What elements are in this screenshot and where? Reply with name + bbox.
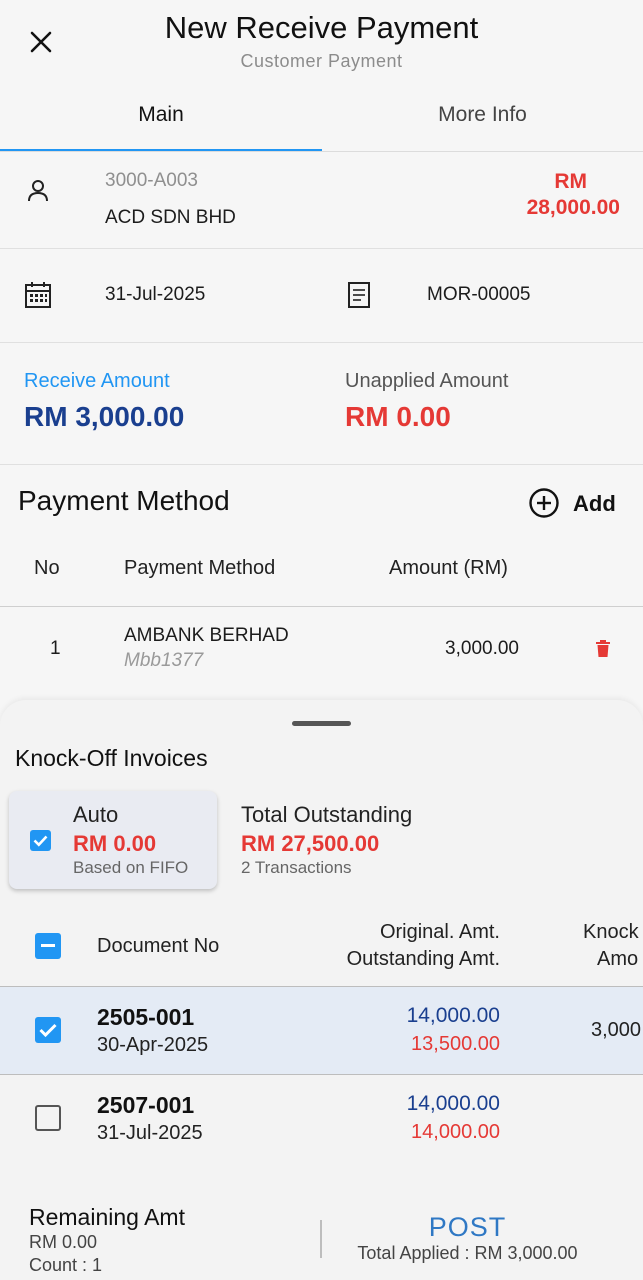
invoice-date: 30-Apr-2025 [97, 1034, 209, 1056]
col-document-no: Document No [97, 935, 220, 957]
check-icon [39, 1023, 57, 1038]
total-applied: Total Applied : RM 3,000.00 [357, 1243, 578, 1263]
invoice-outstanding: 13,500.00 [411, 1033, 500, 1055]
doc-date[interactable]: 31-Jul-2025 [105, 284, 205, 306]
col-knock-amt: Amo [597, 948, 639, 970]
pm-col-amount: Amount (RM) [389, 557, 508, 579]
total-outstanding-label: Total Outstanding [241, 802, 413, 827]
post-button[interactable]: POST Total Applied : RM 3,000.00 [330, 1212, 605, 1272]
delete-button[interactable] [594, 639, 612, 659]
tab-more-info[interactable]: More Info [322, 96, 643, 152]
tab-more-info-label: More Info [438, 103, 527, 126]
add-circle-icon [528, 487, 560, 519]
document-icon [347, 281, 371, 309]
select-all-checkbox[interactable] [35, 933, 61, 959]
receive-amount-label: Receive Amount [24, 370, 170, 392]
receive-amount-value[interactable]: RM 3,000.00 [24, 401, 184, 433]
customer-name: ACD SDN BHD [105, 207, 236, 228]
calendar-icon [24, 281, 52, 309]
knockoff-sheet: Knock-Off Invoices Auto RM 0.00 Based on… [0, 700, 643, 1280]
customer-currency: RM [554, 170, 587, 193]
invoice-doc-no: 2507-001 [97, 1092, 195, 1118]
auto-note: Based on FIFO [73, 858, 189, 877]
remaining-label: Remaining Amt [29, 1204, 185, 1230]
customer-row[interactable]: 3000-A003 ACD SDN BHD RM 28,000.00 [0, 152, 643, 248]
invoice-row[interactable]: 2507-001 31-Jul-2025 14,000.00 14,000.00 [0, 1075, 643, 1162]
pm-row-amount: 3,000.00 [445, 638, 519, 659]
total-transactions: 2 Transactions [241, 858, 352, 877]
invoice-row[interactable]: 2505-001 30-Apr-2025 14,000.00 13,500.00… [0, 987, 643, 1074]
pm-row-ref: Mbb1377 [124, 650, 204, 671]
remaining-value: RM 0.00 [29, 1232, 98, 1252]
auto-card[interactable]: Auto RM 0.00 Based on FIFO [9, 791, 217, 889]
total-outstanding-value: RM 27,500.00 [241, 831, 380, 856]
invoice-date: 31-Jul-2025 [97, 1122, 203, 1144]
pm-col-no: No [34, 557, 60, 579]
doc-number[interactable]: MOR-00005 [427, 284, 531, 306]
payment-method-title: Payment Method [18, 485, 230, 516]
pm-row-no: 1 [50, 638, 61, 659]
auto-value: RM 0.00 [73, 831, 157, 856]
table-row[interactable]: 1 AMBANK BERHAD Mbb1377 3,000.00 [0, 607, 643, 697]
col-knock: Knock [583, 921, 639, 943]
pm-col-method: Payment Method [124, 557, 276, 579]
tab-main-label: Main [138, 103, 184, 126]
auto-label: Auto [73, 802, 119, 827]
check-icon [33, 835, 48, 847]
unapplied-amount-value: RM 0.00 [345, 401, 451, 432]
customer-code: 3000-A003 [105, 170, 198, 191]
row-checkbox-unchecked[interactable] [35, 1105, 61, 1131]
add-payment-button[interactable]: Add [528, 487, 628, 519]
col-outstanding-amt: Outstanding Amt. [346, 948, 500, 970]
page-title: New Receive Payment [164, 10, 479, 45]
minus-icon [41, 944, 55, 947]
auto-checkbox[interactable] [30, 830, 51, 851]
customer-balance: 28,000.00 [526, 196, 620, 219]
row-checkbox-checked[interactable] [35, 1017, 61, 1043]
tab-main[interactable]: Main [0, 96, 322, 152]
sheet-drag-handle[interactable] [292, 721, 351, 726]
invoice-original: 14,000.00 [406, 1004, 500, 1027]
col-original-amt: Original. Amt. [379, 921, 500, 943]
trash-icon [596, 640, 610, 657]
invoice-doc-no: 2505-001 [97, 1004, 195, 1030]
add-label: Add [573, 491, 616, 516]
footer-divider [320, 1220, 322, 1258]
unapplied-amount-label: Unapplied Amount [345, 370, 509, 392]
page-subtitle: Customer Payment [240, 51, 403, 71]
remaining-count: Count : 1 [29, 1255, 103, 1275]
person-icon [25, 178, 51, 204]
invoice-outstanding: 14,000.00 [411, 1121, 500, 1143]
knockoff-title: Knock-Off Invoices [15, 745, 208, 771]
post-label: POST [428, 1212, 507, 1242]
pm-row-method: AMBANK BERHAD [124, 625, 289, 646]
invoice-original: 14,000.00 [406, 1092, 500, 1115]
invoice-knock-amt[interactable]: 3,000 [591, 1019, 641, 1042]
